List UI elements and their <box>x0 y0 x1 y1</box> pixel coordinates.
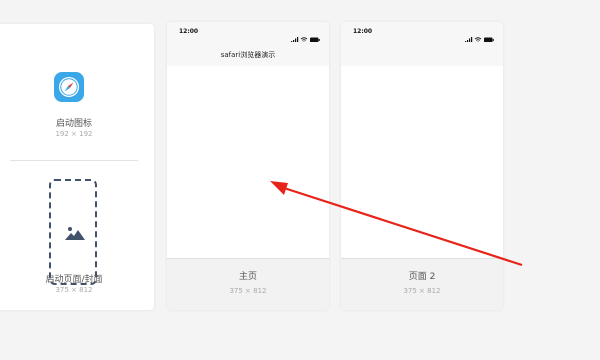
annotation-arrow <box>270 181 523 267</box>
